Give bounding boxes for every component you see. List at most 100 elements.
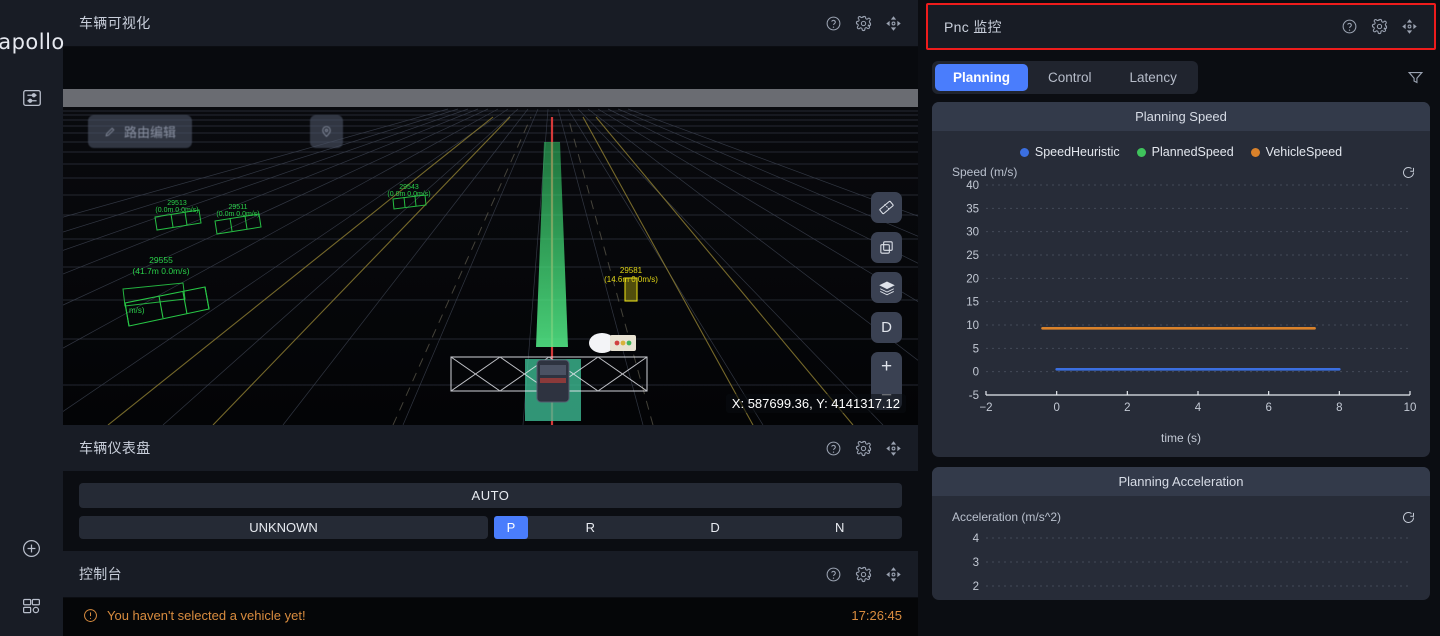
gear-n[interactable]: N [777, 520, 902, 535]
legend-label: VehicleSpeed [1265, 145, 1343, 159]
svg-text:10: 10 [966, 320, 979, 332]
move-expand-icon[interactable] [885, 566, 902, 583]
planning-speed-svg: -5 0 5 10 15 20 25 30 35 40 −2 0 2 4 6 8 10 [966, 180, 1416, 414]
dashboard-header-icons [825, 440, 902, 457]
plus-circle-icon[interactable] [18, 534, 46, 562]
svg-text:29511: 29511 [229, 204, 248, 211]
console-header-icons [825, 566, 902, 583]
legend-dot [1019, 147, 1029, 157]
svg-text:29543: 29543 [399, 184, 419, 191]
vehicle-viz-header-icons [825, 15, 902, 32]
reload-icon[interactable] [1401, 510, 1416, 525]
coordinate-readout: X: 587699.36, Y: 4141317.12 [725, 394, 906, 413]
vehicle-viz-header: 车辆可视化 [63, 0, 918, 47]
gear-icon[interactable] [855, 566, 872, 583]
planning-acceleration-title: Planning Acceleration [932, 467, 1430, 496]
console-log-list[interactable]: You haven't selected a vehicle yet! 17:2… [63, 598, 918, 636]
planning-speed-ylabel: Speed (m/s) [952, 165, 1018, 179]
legend-label: PlannedSpeed [1151, 145, 1234, 159]
planning-speed-plot[interactable]: -5 0 5 10 15 20 25 30 35 40 −2 0 2 4 6 8 10 [944, 179, 1418, 429]
pin-icon [322, 126, 331, 137]
view-mode-tool[interactable]: D [871, 312, 902, 343]
layers-tool[interactable] [871, 272, 902, 303]
copy-icon [880, 241, 893, 254]
vehicle-viz-title: 车辆可视化 [79, 15, 151, 31]
svg-text:6: 6 [1265, 402, 1271, 414]
move-expand-icon[interactable] [885, 440, 902, 457]
gear-selector: P R D N [494, 516, 902, 539]
svg-text:40: 40 [966, 180, 979, 192]
vehicle-3d-viewport[interactable]: 29555 (41.7m 0.0m/s) 29513 (0.0m 0.0m/s)… [63, 47, 918, 425]
svg-text:4: 4 [1195, 402, 1202, 414]
help-icon[interactable] [825, 440, 842, 457]
zoom-in-button[interactable]: + [871, 352, 902, 381]
svg-text:3: 3 [973, 557, 979, 569]
ego-vehicle [536, 359, 570, 403]
svg-text:35: 35 [966, 203, 979, 215]
left-rail: apollo [0, 0, 64, 636]
vehicle-status-indicator: UNKNOWN [79, 516, 488, 539]
svg-text:2: 2 [1124, 402, 1130, 414]
pnc-title: Pnc 监控 [944, 18, 1002, 35]
route-secondary-button[interactable] [310, 115, 343, 148]
svg-text:25: 25 [966, 250, 979, 262]
console-header: 控制台 [63, 551, 918, 598]
legend-label: SpeedHeuristic [1034, 145, 1120, 159]
reload-icon[interactable] [1401, 165, 1416, 180]
svg-text:(41.7m 0.0m/s): (41.7m 0.0m/s) [132, 266, 189, 276]
help-icon[interactable] [1341, 18, 1358, 35]
route-edit-label: 路由编辑 [124, 125, 177, 140]
pencil-icon [105, 127, 115, 137]
pnc-tabs: Planning Control Latency [932, 61, 1198, 94]
tab-latency[interactable]: Latency [1112, 64, 1195, 91]
planning-acceleration-plot[interactable]: 4 3 2 [944, 524, 1418, 594]
viewport-scene: 29555 (41.7m 0.0m/s) 29513 (0.0m 0.0m/s)… [63, 47, 918, 425]
apollo-dreamview-app: apollo 车辆可视化 29555 (41.7m 0.0m/s) 29513 … [0, 0, 1440, 636]
tab-planning[interactable]: Planning [935, 64, 1028, 91]
view-mode-label: D [881, 319, 892, 336]
move-expand-icon[interactable] [1401, 18, 1418, 35]
gear-d[interactable]: D [653, 520, 778, 535]
svg-text:15: 15 [966, 297, 979, 309]
svg-text:(0.0m 0.0m/s): (0.0m 0.0m/s) [387, 191, 430, 198]
svg-text:4: 4 [973, 533, 980, 545]
gear-r[interactable]: R [528, 520, 653, 535]
center-column: 车辆可视化 29555 (41.7m 0.0m/s) 29513 (0.0m 0… [63, 0, 918, 636]
dashboard-title: 车辆仪表盘 [79, 440, 151, 456]
panel-icon[interactable] [18, 84, 46, 112]
svg-text:30: 30 [966, 227, 979, 239]
tab-control[interactable]: Control [1030, 64, 1110, 91]
move-expand-icon[interactable] [885, 15, 902, 32]
svg-text:−2: −2 [979, 402, 992, 414]
planning-speed-card: Planning Speed SpeedHeuristic PlannedSpe… [932, 102, 1430, 457]
measure-tool[interactable] [871, 192, 902, 223]
help-icon[interactable] [825, 566, 842, 583]
rail-bottom-group [0, 534, 63, 620]
log-message: You haven't selected a vehicle yet! [107, 608, 306, 623]
svg-text:29555: 29555 [149, 255, 173, 265]
svg-text:(0.0m 0.0m/s): (0.0m 0.0m/s) [155, 207, 198, 214]
ruler-icon [879, 200, 894, 215]
route-edit-button[interactable]: 路由编辑 [88, 115, 193, 148]
pnc-header-icons [1341, 18, 1418, 35]
svg-text:(14.6m 0.0m/s): (14.6m 0.0m/s) [604, 275, 658, 284]
gear-icon[interactable] [1371, 18, 1388, 35]
filter-icon[interactable] [1407, 69, 1424, 86]
legend-vehicle-speed[interactable]: VehicleSpeed [1250, 145, 1343, 159]
auto-mode-indicator: AUTO [79, 483, 902, 508]
gear-p[interactable]: P [494, 516, 528, 539]
legend-planned-speed[interactable]: PlannedSpeed [1136, 145, 1234, 159]
planning-speed-title: Planning Speed [932, 102, 1430, 131]
dashboard-body: AUTO UNKNOWN P R D N [63, 472, 918, 551]
gear-icon[interactable] [855, 15, 872, 32]
pnc-header: Pnc 监控 [926, 3, 1436, 50]
legend-dot [1136, 147, 1146, 157]
svg-text:0: 0 [973, 367, 979, 379]
help-icon[interactable] [825, 15, 842, 32]
gear-icon[interactable] [855, 440, 872, 457]
legend-speed-heuristic[interactable]: SpeedHeuristic [1019, 145, 1120, 159]
planning-acceleration-svg: 4 3 2 [973, 533, 1410, 593]
svg-text:8: 8 [1336, 402, 1342, 414]
config-icon[interactable] [18, 592, 46, 620]
copy-view-tool[interactable] [871, 232, 902, 263]
